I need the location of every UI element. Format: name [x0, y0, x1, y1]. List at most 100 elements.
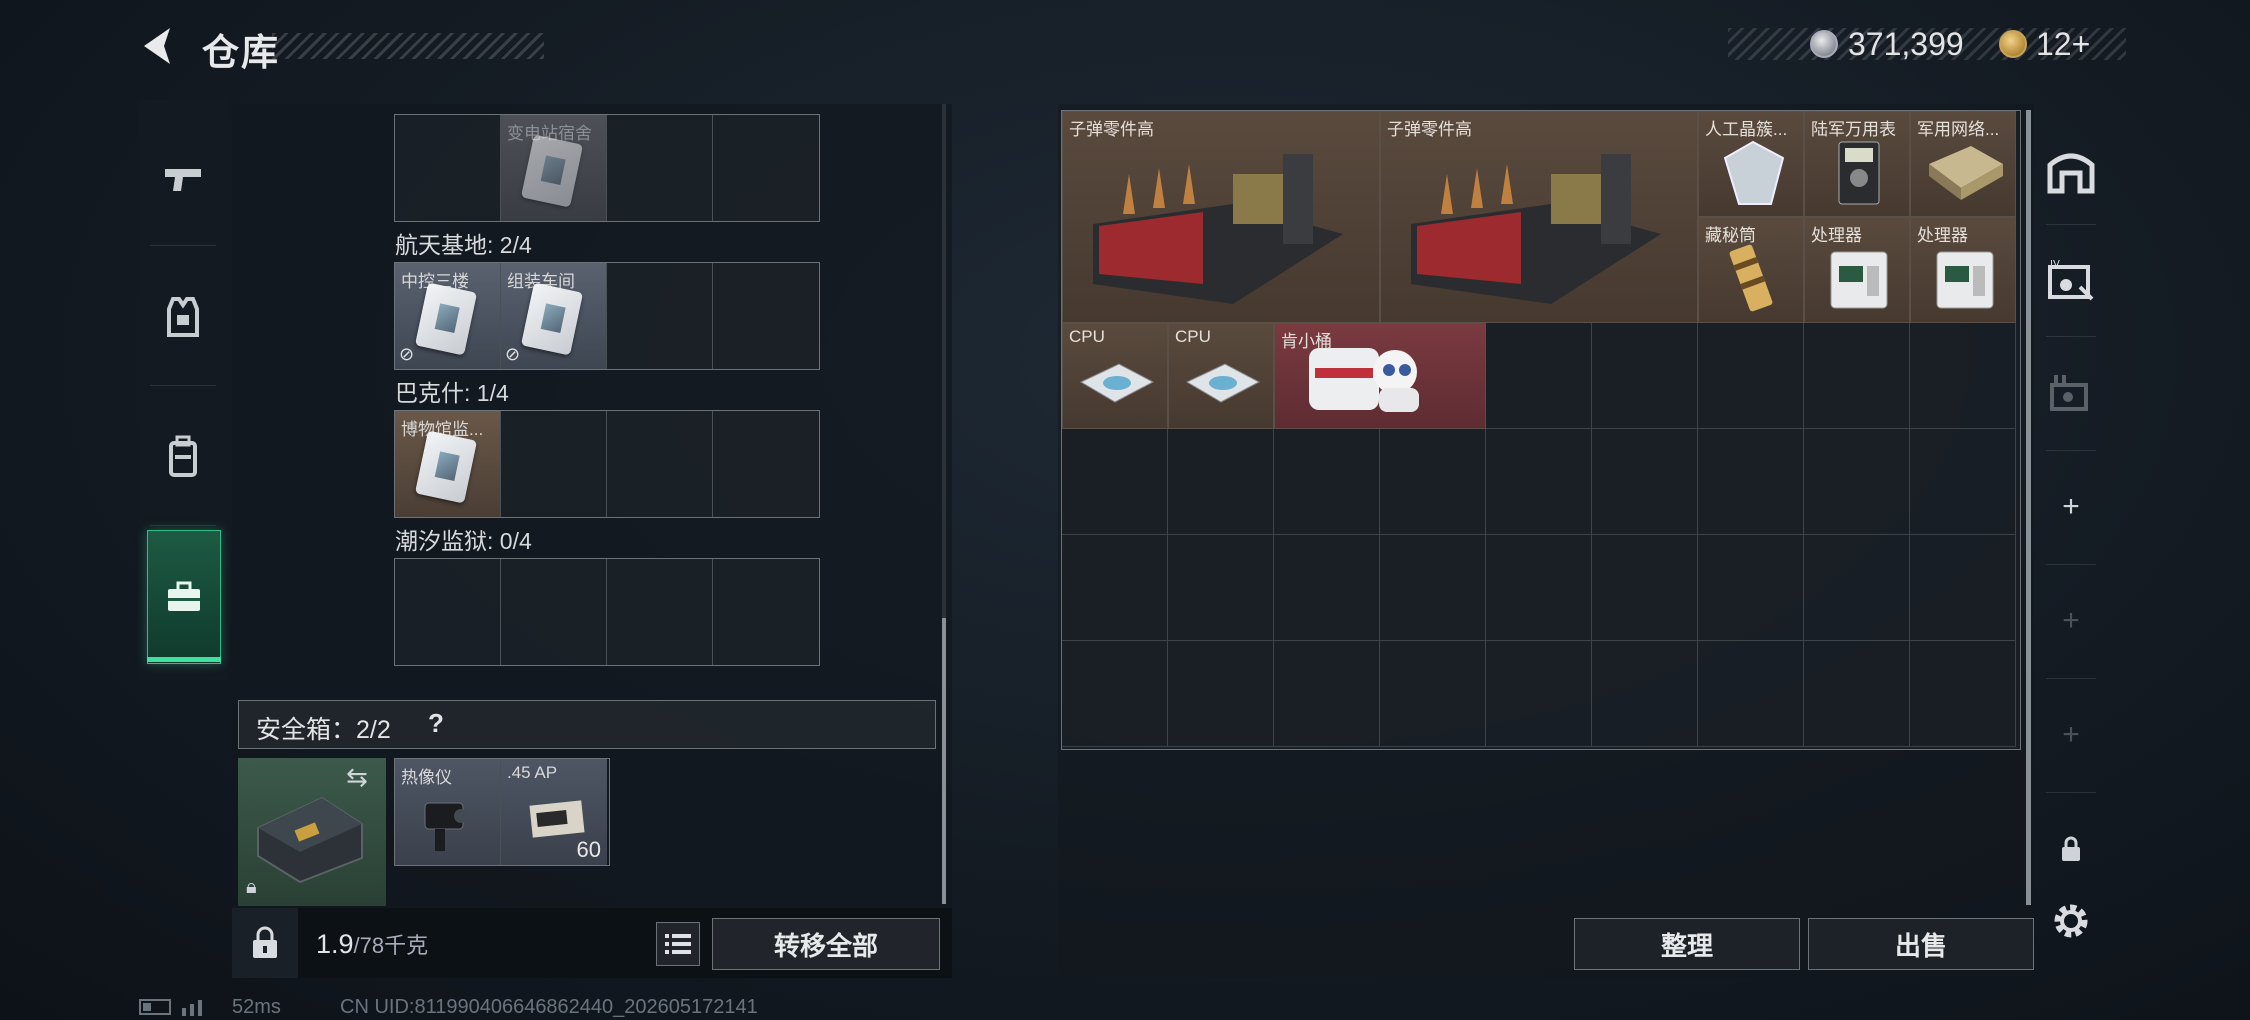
stash-item-network-device[interactable]: 军用网络... — [1910, 111, 2016, 217]
stash-empty-slot[interactable] — [1698, 535, 1804, 641]
key-slot[interactable] — [713, 263, 819, 369]
stash-empty-slot[interactable] — [1910, 641, 2016, 747]
stash-empty-slot[interactable] — [1062, 641, 1168, 747]
stash-empty-slot[interactable] — [1698, 429, 1804, 535]
tab-weapons[interactable] — [138, 124, 228, 234]
sell-button[interactable]: 出售 — [1808, 918, 2034, 970]
stash-empty-slot[interactable] — [1380, 641, 1486, 747]
stash-empty-slot[interactable] — [1380, 535, 1486, 641]
stash-empty-slot[interactable] — [1168, 535, 1274, 641]
right-scrollbar-thumb[interactable] — [2026, 110, 2031, 905]
tab-key-cards[interactable]: IV — [2036, 226, 2106, 336]
add-container-button[interactable]: + — [2036, 566, 2106, 676]
stash-empty-slot[interactable] — [1274, 429, 1380, 535]
tab-armor[interactable] — [138, 262, 228, 372]
item-label: 热像仪 — [401, 768, 452, 787]
stash-empty-slot[interactable] — [1804, 429, 1910, 535]
vest-icon — [167, 297, 199, 337]
key-slot[interactable] — [607, 411, 713, 517]
weight-max: /78千克 — [353, 933, 429, 958]
organize-button[interactable]: 整理 — [1574, 918, 1800, 970]
item-label: 人工晶簇... — [1705, 120, 1788, 139]
key-slot[interactable] — [395, 559, 501, 665]
stash-empty-slot[interactable] — [1804, 641, 1910, 747]
key-slot[interactable]: 中控三楼 ⊘ — [395, 263, 501, 369]
stash-empty-slot[interactable] — [1910, 429, 2016, 535]
stash-empty-slot[interactable] — [1486, 429, 1592, 535]
stash-empty-slot[interactable] — [1062, 429, 1168, 535]
settings-button[interactable] — [2050, 900, 2092, 942]
add-container-button[interactable]: + — [2036, 452, 2106, 562]
key-slot[interactable] — [607, 263, 713, 369]
safebox-item-thermal[interactable]: 热像仪 — [395, 759, 501, 865]
stash-item-crystal[interactable]: 人工晶簇... — [1698, 111, 1804, 217]
stash-item-ammo-parts[interactable]: 子弹零件高 — [1380, 111, 1698, 323]
tab-backpack[interactable] — [138, 402, 228, 512]
key-slot[interactable]: 组装车间 ⊘ — [501, 263, 607, 369]
swap-icon[interactable]: ⇆ — [346, 762, 368, 793]
key-slot[interactable]: 变电站宿舍 — [501, 115, 607, 221]
safebox-item-ammo[interactable]: .45 AP 60 — [501, 759, 607, 865]
stash-empty-slot[interactable] — [1274, 535, 1380, 641]
stash-item-processor[interactable]: 处理器 — [1910, 217, 2016, 323]
stash-empty-slot[interactable] — [1592, 641, 1698, 747]
key-slot[interactable] — [501, 411, 607, 517]
key-card-icon: IV — [2048, 259, 2094, 301]
add-container-button[interactable]: + — [2036, 680, 2106, 790]
key-group-header: 潮汐监狱: 0/4 — [395, 528, 532, 554]
key-slot[interactable] — [713, 411, 819, 517]
safebox-grid: 热像仪 .45 AP 60 — [394, 758, 610, 866]
back-button[interactable] — [136, 22, 184, 70]
key-slot[interactable] — [607, 115, 713, 221]
tab-safehouse[interactable] — [2036, 116, 2106, 226]
stash-item-processor[interactable]: 处理器 — [1804, 217, 1910, 323]
transfer-all-button[interactable]: 转移全部 — [712, 918, 940, 970]
stash-empty-slot[interactable] — [1804, 323, 1910, 429]
stash-empty-slot[interactable] — [1910, 535, 2016, 641]
stash-empty-slot[interactable] — [1062, 535, 1168, 641]
stash-item-cryptex[interactable]: 藏秘筒 — [1698, 217, 1804, 323]
tab-divider — [2046, 678, 2096, 679]
stash-empty-slot[interactable] — [1592, 429, 1698, 535]
key-slot[interactable] — [713, 559, 819, 665]
key-slot[interactable] — [607, 559, 713, 665]
stash-empty-slot[interactable] — [1168, 641, 1274, 747]
stash-item-cpu[interactable]: CPU — [1168, 323, 1274, 429]
stash-item-ammo-parts[interactable]: 子弹零件高 — [1062, 111, 1380, 323]
key-slot[interactable] — [501, 559, 607, 665]
stash-item-multimeter[interactable]: 陆军万用表 — [1804, 111, 1910, 217]
stash-empty-slot[interactable] — [1486, 535, 1592, 641]
stash-empty-slot[interactable] — [1486, 641, 1592, 747]
key-slot[interactable]: 博物馆监... — [395, 411, 501, 517]
list-view-button[interactable] — [656, 922, 700, 966]
stash-grid: 子弹零件高 子弹零件高 人工晶簇... 陆军万用表 军用网络... 藏秘筒 处理… — [1061, 110, 2021, 750]
keycard-icon — [414, 282, 478, 356]
left-scrollbar-thumb[interactable] — [942, 618, 946, 904]
stash-item-cpu[interactable]: CPU — [1062, 323, 1168, 429]
stash-item-bucket[interactable]: 肯小桶 — [1274, 323, 1486, 429]
stash-empty-slot[interactable] — [1804, 535, 1910, 641]
tab-divider — [2046, 450, 2096, 451]
ticket-amount[interactable]: 12+ — [2036, 26, 2090, 63]
tab-card-holder[interactable] — [2036, 338, 2106, 448]
stash-empty-slot[interactable] — [1698, 323, 1804, 429]
plus-icon: + — [2062, 604, 2080, 637]
stash-empty-slot[interactable] — [1592, 535, 1698, 641]
stash-empty-slot[interactable] — [1698, 641, 1804, 747]
item-label: 军用网络... — [1917, 120, 2000, 139]
tab-divider — [150, 385, 216, 386]
stash-empty-slot[interactable] — [1380, 429, 1486, 535]
key-row-aerospace: 中控三楼 ⊘ 组装车间 ⊘ — [394, 262, 820, 370]
key-slot[interactable] — [713, 115, 819, 221]
no-durability-icon: ⊘ — [505, 344, 521, 364]
tab-keys[interactable] — [147, 530, 221, 664]
stash-empty-slot[interactable] — [1168, 429, 1274, 535]
key-slot[interactable] — [395, 115, 501, 221]
stash-empty-slot[interactable] — [1486, 323, 1592, 429]
stash-empty-slot[interactable] — [1592, 323, 1698, 429]
stash-empty-slot[interactable] — [1910, 323, 2016, 429]
stash-empty-slot[interactable] — [1274, 641, 1380, 747]
safebox-help-button[interactable]: ? — [428, 708, 444, 739]
lock-button[interactable] — [232, 908, 298, 978]
ammo-parts-crate-icon — [1093, 154, 1343, 304]
